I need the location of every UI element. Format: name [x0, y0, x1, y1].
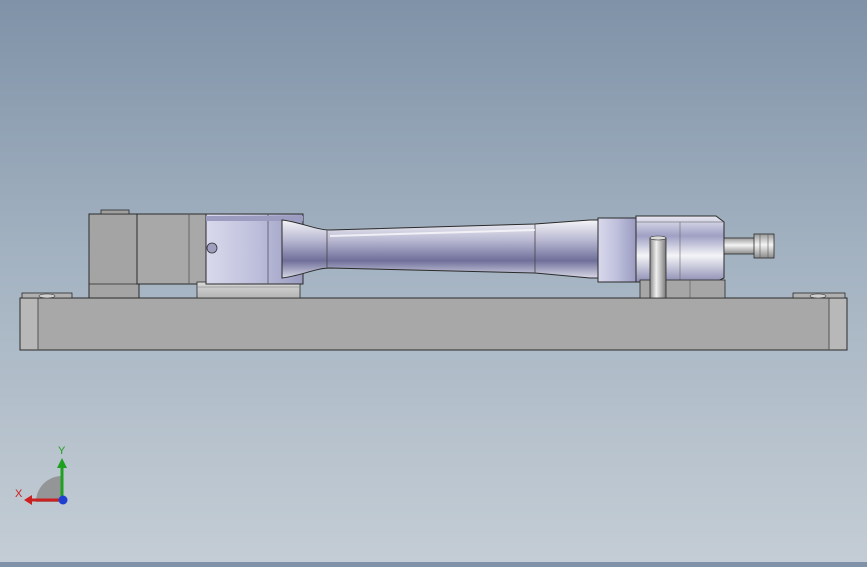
left-support-block[interactable]: [88, 209, 208, 299]
base-plate[interactable]: [19, 292, 848, 351]
axis-triad-icon: Y X: [15, 445, 68, 505]
tensile-specimen[interactable]: [281, 219, 601, 279]
screw-head-icon: [206, 242, 218, 254]
locating-pin[interactable]: [649, 235, 667, 299]
adjusting-screw[interactable]: [723, 233, 775, 259]
y-axis-label: Y: [58, 445, 66, 457]
coordinate-triad: Y X: [14, 440, 74, 510]
fixture-model[interactable]: [0, 0, 867, 562]
x-axis-label: X: [15, 488, 23, 500]
cad-graphics-viewport[interactable]: [0, 0, 867, 562]
